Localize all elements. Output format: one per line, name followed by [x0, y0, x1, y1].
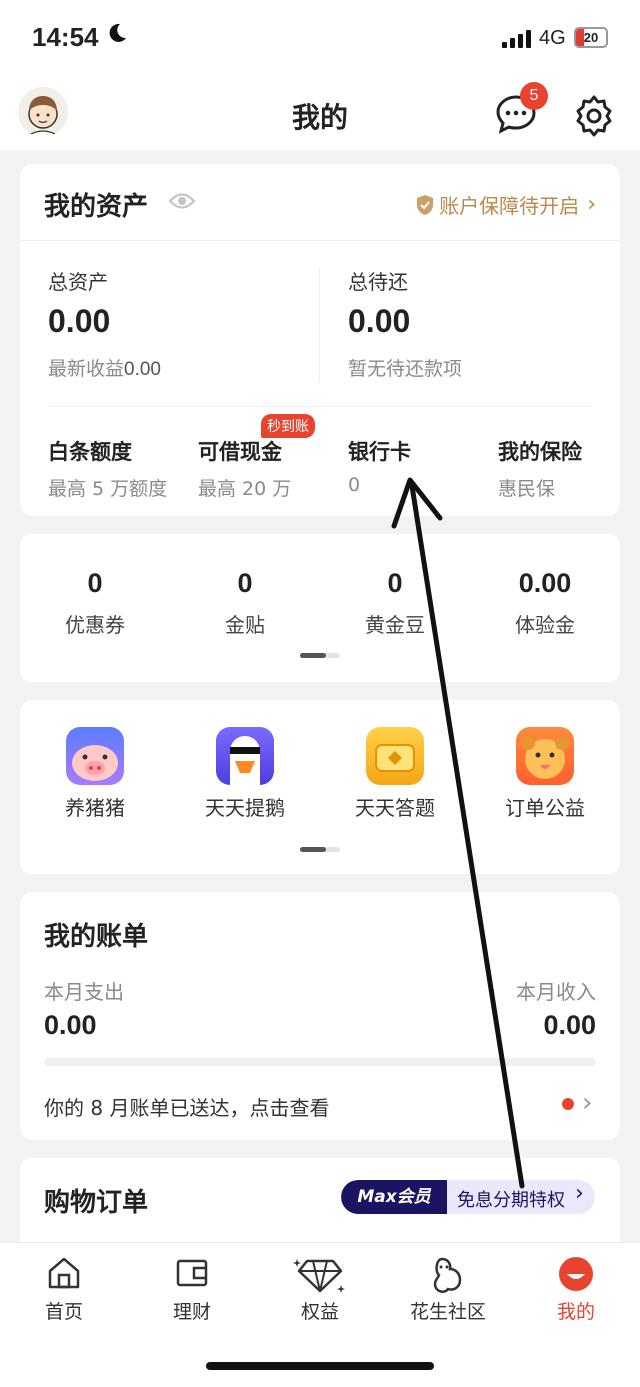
annotation-arrow: [391, 477, 525, 1189]
